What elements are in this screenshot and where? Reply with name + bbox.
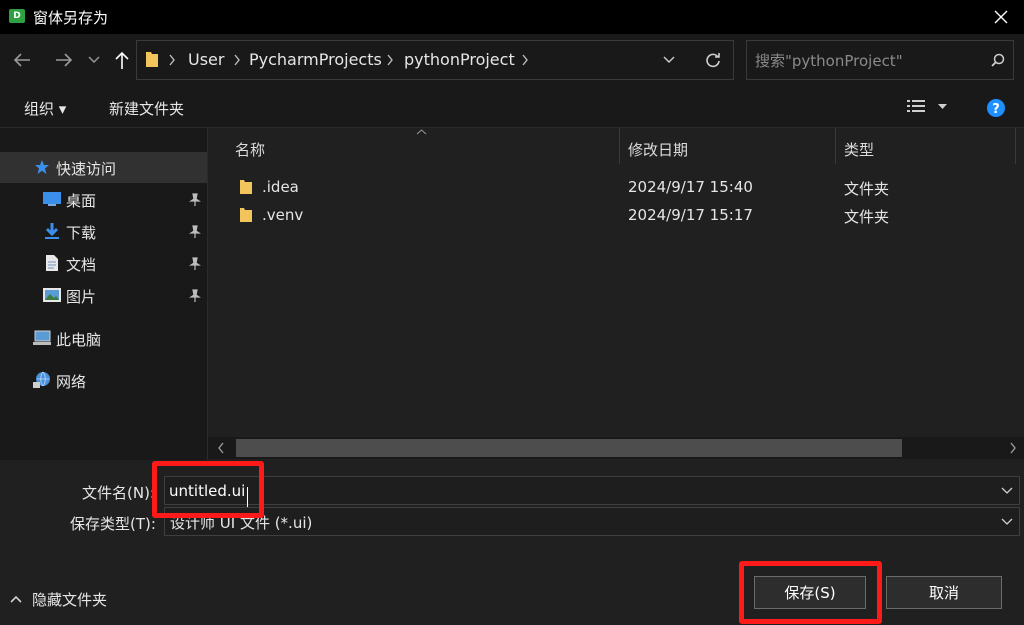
file-modified: 2024/9/17 15:17 bbox=[628, 206, 753, 224]
column-header-type[interactable]: 类型 bbox=[844, 139, 874, 160]
nav-item-pictures[interactable]: 图片 bbox=[66, 286, 96, 307]
file-type: 文件夹 bbox=[844, 180, 890, 198]
column-divider[interactable] bbox=[835, 128, 836, 164]
star-icon bbox=[35, 160, 49, 174]
file-type: 文件夹 bbox=[844, 208, 890, 226]
table-row[interactable] bbox=[232, 174, 1012, 200]
up-arrow-icon bbox=[115, 51, 129, 69]
up-button[interactable] bbox=[110, 46, 134, 74]
view-options-icon[interactable] bbox=[907, 99, 925, 115]
file-modified: 2024/9/17 15:40 bbox=[628, 178, 753, 196]
organize-menu-button[interactable]: 组织 ▾ bbox=[24, 98, 66, 119]
table-row[interactable] bbox=[232, 202, 1012, 228]
network-icon bbox=[33, 371, 50, 388]
search-box[interactable] bbox=[746, 40, 1014, 80]
back-button[interactable] bbox=[10, 46, 34, 74]
scroll-left-icon[interactable] bbox=[217, 442, 225, 454]
download-icon bbox=[45, 223, 59, 239]
file-name: .idea bbox=[262, 178, 299, 196]
filename-label: 文件名(N): bbox=[82, 484, 155, 502]
view-dropdown-icon[interactable] bbox=[938, 104, 947, 110]
refresh-icon[interactable] bbox=[704, 51, 722, 69]
pictures-icon bbox=[43, 288, 61, 302]
pin-icon bbox=[189, 225, 201, 238]
nav-item-this-pc[interactable]: 此电脑 bbox=[56, 329, 101, 350]
column-header-modified[interactable]: 修改日期 bbox=[628, 139, 688, 160]
back-arrow-icon bbox=[13, 53, 30, 67]
forward-button[interactable] bbox=[52, 46, 76, 74]
chevron-down-icon[interactable] bbox=[1001, 487, 1013, 495]
chevron-down-icon bbox=[88, 56, 100, 63]
search-icon bbox=[991, 53, 1005, 67]
chevron-right-icon bbox=[522, 54, 528, 66]
breadcrumb-user[interactable]: User bbox=[188, 50, 224, 69]
column-divider[interactable] bbox=[619, 128, 620, 164]
chevron-down-icon bbox=[1001, 518, 1013, 525]
chevron-right-icon bbox=[234, 54, 240, 66]
pin-icon bbox=[189, 289, 201, 302]
address-history-chevron-icon[interactable] bbox=[663, 56, 675, 64]
column-divider[interactable] bbox=[1015, 128, 1016, 164]
sort-ascending-icon bbox=[416, 129, 427, 135]
close-button[interactable] bbox=[978, 0, 1024, 34]
scrollbar-thumb[interactable] bbox=[236, 439, 902, 457]
chevron-right-icon bbox=[387, 54, 393, 66]
title-bar bbox=[0, 0, 1024, 34]
chevron-up-icon bbox=[10, 595, 22, 603]
help-icon[interactable]: ? bbox=[986, 98, 1006, 118]
filename-highlight-box bbox=[152, 461, 264, 518]
recent-locations-button[interactable] bbox=[84, 46, 104, 74]
window-title: 窗体另存为 bbox=[33, 9, 109, 27]
nav-item-downloads[interactable]: 下载 bbox=[66, 222, 96, 243]
pin-icon bbox=[189, 257, 201, 270]
hide-folders-label: 隐藏文件夹 bbox=[32, 591, 108, 609]
search-input[interactable] bbox=[755, 50, 975, 72]
forward-arrow-icon bbox=[56, 53, 73, 67]
close-icon bbox=[994, 10, 1008, 24]
new-folder-button[interactable]: 新建文件夹 bbox=[109, 98, 184, 119]
app-icon: D bbox=[9, 9, 25, 23]
nav-item-network[interactable]: 网络 bbox=[56, 371, 86, 392]
svg-text:?: ? bbox=[992, 102, 1000, 117]
filename-combo[interactable] bbox=[164, 476, 1020, 505]
breadcrumb-pythonproject[interactable]: pythonProject bbox=[404, 50, 515, 69]
cancel-button[interactable]: 取消 bbox=[886, 576, 1002, 609]
hide-folders-toggle[interactable]: 隐藏文件夹 bbox=[10, 589, 120, 611]
this-pc-icon bbox=[33, 330, 51, 345]
nav-item-documents[interactable]: 文档 bbox=[66, 254, 96, 275]
folder-icon bbox=[240, 208, 252, 222]
document-icon bbox=[46, 255, 58, 271]
breadcrumb-pycharmprojects[interactable]: PycharmProjects bbox=[249, 50, 382, 69]
scroll-right-icon[interactable] bbox=[1009, 442, 1017, 454]
nav-item-desktop[interactable]: 桌面 bbox=[66, 190, 96, 211]
folder-icon bbox=[146, 52, 158, 67]
save-button-highlight-box bbox=[739, 561, 882, 624]
column-header-name[interactable]: 名称 bbox=[235, 139, 265, 160]
chevron-right-icon bbox=[169, 54, 175, 66]
nav-label-quick-access: 快速访问 bbox=[56, 160, 117, 178]
filetype-label: 保存类型(T): bbox=[70, 515, 156, 533]
filetype-select[interactable]: 设计师 UI 文件 (*.ui) bbox=[164, 507, 1020, 536]
desktop-icon bbox=[43, 192, 61, 206]
folder-icon bbox=[240, 180, 252, 194]
file-name: .venv bbox=[262, 206, 304, 224]
pin-icon bbox=[189, 193, 201, 206]
